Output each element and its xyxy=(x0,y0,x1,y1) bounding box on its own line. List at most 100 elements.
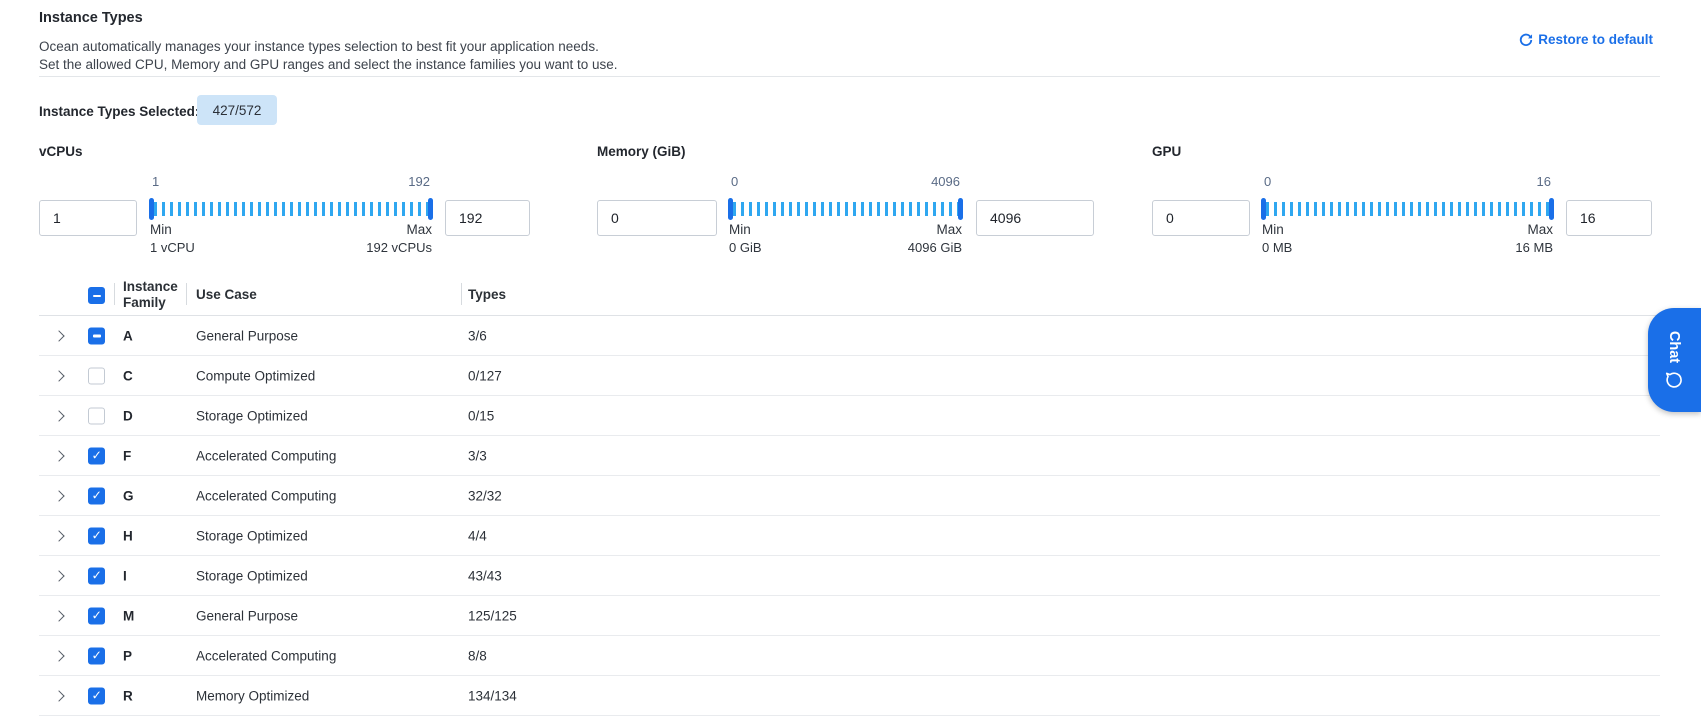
column-header-instance-family: Instance Family xyxy=(123,279,187,310)
row-expand-button[interactable] xyxy=(51,527,69,545)
chat-button[interactable]: Chat xyxy=(1648,308,1701,412)
page-title: Instance Types xyxy=(39,10,143,26)
vcpus-slider-max-value: 192 xyxy=(408,174,430,189)
row-expand-button[interactable] xyxy=(51,487,69,505)
family-cell: A xyxy=(123,328,133,343)
row-checkbox[interactable] xyxy=(88,607,105,624)
description-line-2: Set the allowed CPU, Memory and GPU rang… xyxy=(39,57,618,72)
gpu-range-slider[interactable]: 0 16 Min Max 0 MB 16 MB xyxy=(1262,200,1553,218)
family-cell: R xyxy=(123,688,133,703)
family-cell: I xyxy=(123,568,127,583)
family-cell: F xyxy=(123,448,131,463)
use-case-cell: Accelerated Computing xyxy=(196,648,336,663)
instance-table-body: A General Purpose 3/6 C Compute Optimize… xyxy=(39,316,1660,716)
row-checkbox[interactable] xyxy=(88,687,105,704)
row-expand-button[interactable] xyxy=(51,367,69,385)
header-separator xyxy=(461,283,462,305)
select-all-checkbox[interactable] xyxy=(88,287,105,304)
row-checkbox[interactable] xyxy=(88,447,105,464)
gpu-max-sublabel: 16 MB xyxy=(1515,240,1553,255)
row-expand-button[interactable] xyxy=(51,687,69,705)
gpu-slider-min-handle[interactable] xyxy=(1261,198,1266,220)
memory-section-label: Memory (GiB) xyxy=(597,144,686,159)
memory-max-input[interactable] xyxy=(976,200,1094,236)
use-case-cell: Storage Optimized xyxy=(196,568,308,583)
table-row: M General Purpose 125/125 xyxy=(39,596,1660,636)
types-cell: 3/3 xyxy=(468,448,487,463)
types-cell: 3/6 xyxy=(468,328,487,343)
row-checkbox[interactable] xyxy=(88,407,105,424)
row-expand-button[interactable] xyxy=(51,447,69,465)
gpu-slider-max-handle[interactable] xyxy=(1549,198,1554,220)
vcpus-max-sublabel: 192 vCPUs xyxy=(366,240,432,255)
row-expand-button[interactable] xyxy=(51,647,69,665)
use-case-cell: Accelerated Computing xyxy=(196,448,336,463)
memory-slider-min-value: 0 xyxy=(731,174,738,189)
vcpus-slider-min-handle[interactable] xyxy=(149,198,154,220)
chevron-right-icon xyxy=(53,410,64,421)
memory-slider-max-value: 4096 xyxy=(931,174,960,189)
row-checkbox[interactable] xyxy=(88,567,105,584)
table-row: F Accelerated Computing 3/3 xyxy=(39,436,1660,476)
types-cell: 0/15 xyxy=(468,408,494,423)
gpu-max-label: Max xyxy=(1527,222,1553,237)
table-row: C Compute Optimized 0/127 xyxy=(39,356,1660,396)
use-case-cell: Accelerated Computing xyxy=(196,488,336,503)
chevron-right-icon xyxy=(53,530,64,541)
table-row: I Storage Optimized 43/43 xyxy=(39,556,1660,596)
memory-min-input[interactable] xyxy=(597,200,717,236)
table-row: P Accelerated Computing 8/8 xyxy=(39,636,1660,676)
types-cell: 43/43 xyxy=(468,568,502,583)
row-expand-button[interactable] xyxy=(51,327,69,345)
restore-to-default-button[interactable]: Restore to default xyxy=(1519,32,1653,47)
types-cell: 125/125 xyxy=(468,608,517,623)
vcpus-section-label: vCPUs xyxy=(39,144,83,159)
family-cell: C xyxy=(123,368,133,383)
row-expand-button[interactable] xyxy=(51,567,69,585)
family-cell: M xyxy=(123,608,134,623)
types-cell: 0/127 xyxy=(468,368,502,383)
row-checkbox[interactable] xyxy=(88,487,105,504)
row-expand-button[interactable] xyxy=(51,407,69,425)
vcpus-slider-ticks xyxy=(154,202,428,216)
table-row: H Storage Optimized 4/4 xyxy=(39,516,1660,556)
gpu-slider-min-value: 0 xyxy=(1264,174,1271,189)
memory-max-label: Max xyxy=(936,222,962,237)
refresh-icon xyxy=(1519,33,1533,47)
memory-min-sublabel: 0 GiB xyxy=(729,240,762,255)
row-expand-button[interactable] xyxy=(51,607,69,625)
vcpus-min-input[interactable] xyxy=(39,200,137,236)
description-line-1: Ocean automatically manages your instanc… xyxy=(39,39,599,54)
row-checkbox[interactable] xyxy=(88,647,105,664)
memory-min-label: Min xyxy=(729,222,751,237)
restore-to-default-label: Restore to default xyxy=(1538,32,1653,47)
use-case-cell: Memory Optimized xyxy=(196,688,309,703)
chevron-right-icon xyxy=(53,450,64,461)
gpu-min-sublabel: 0 MB xyxy=(1262,240,1292,255)
gpu-max-input[interactable] xyxy=(1566,200,1652,236)
vcpus-min-label: Min xyxy=(150,222,172,237)
family-cell: G xyxy=(123,488,134,503)
memory-slider-ticks xyxy=(733,202,958,216)
gpu-min-label: Min xyxy=(1262,222,1284,237)
column-header-use-case: Use Case xyxy=(196,287,257,302)
table-row: G Accelerated Computing 32/32 xyxy=(39,476,1660,516)
types-cell: 32/32 xyxy=(468,488,502,503)
memory-range-slider[interactable]: 0 4096 Min Max 0 GiB 4096 GiB xyxy=(729,200,962,218)
row-checkbox[interactable] xyxy=(88,327,105,344)
memory-slider-max-handle[interactable] xyxy=(958,198,963,220)
vcpus-max-input[interactable] xyxy=(445,200,530,236)
instance-types-selected-label: Instance Types Selected: xyxy=(39,104,199,119)
family-cell: H xyxy=(123,528,133,543)
row-checkbox[interactable] xyxy=(88,527,105,544)
vcpus-slider-max-handle[interactable] xyxy=(428,198,433,220)
memory-slider-min-handle[interactable] xyxy=(728,198,733,220)
gpu-min-input[interactable] xyxy=(1152,200,1250,236)
chevron-right-icon xyxy=(53,570,64,581)
vcpus-range-slider[interactable]: 1 192 Min Max 1 vCPU 192 vCPUs xyxy=(150,200,432,218)
types-cell: 8/8 xyxy=(468,648,487,663)
chevron-right-icon xyxy=(53,690,64,701)
row-checkbox[interactable] xyxy=(88,367,105,384)
header-separator xyxy=(186,283,187,305)
types-cell: 4/4 xyxy=(468,528,487,543)
